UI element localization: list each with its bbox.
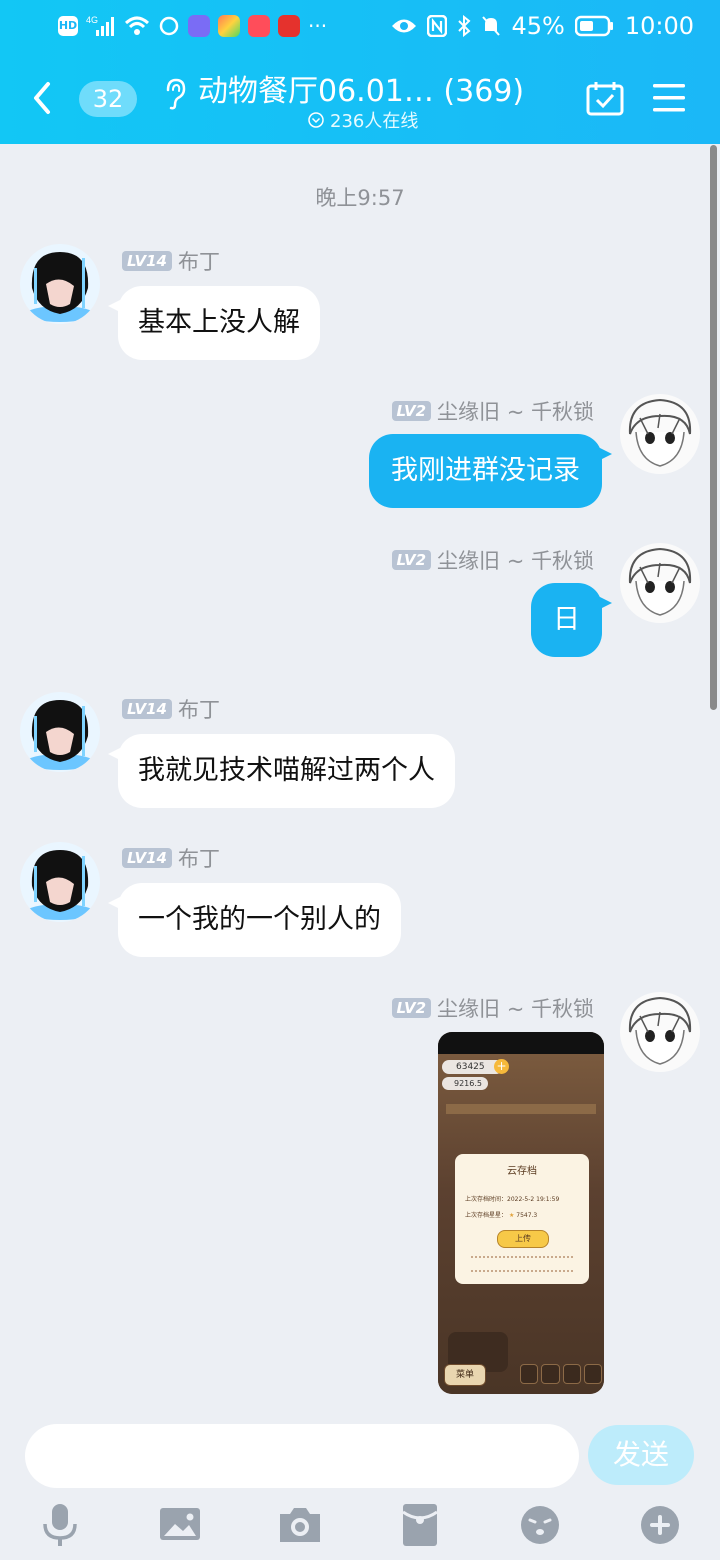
avatar-buding-image: [20, 842, 100, 922]
sender-name-row: LV14 布丁: [122, 843, 220, 873]
level-badge: LV14: [122, 251, 172, 271]
level-badge: LV2: [391, 998, 432, 1018]
avatar[interactable]: [620, 394, 700, 474]
battery-percent: 45%: [511, 12, 565, 40]
time-divider: 晚上9:57: [315, 186, 405, 210]
message-bubble[interactable]: 一个我的一个别人的: [108, 883, 401, 957]
send-button[interactable]: 发送: [588, 1425, 694, 1485]
last-save-time: 上次存档时间：2022-5-2 19:1:59: [465, 1196, 560, 1203]
game-action-button: [583, 1364, 602, 1384]
sender-name: 尘缘旧 ~ 千秋锁: [437, 997, 594, 1021]
battery-icon: [574, 15, 613, 37]
sender-name-row: LV2 尘缘旧 ~ 千秋锁: [391, 545, 594, 575]
add-coins-icon: +: [494, 1059, 509, 1074]
sender-name-row: LV2 尘缘旧 ~ 千秋锁: [391, 993, 594, 1023]
sender-name-row: LV2 尘缘旧 ~ 千秋锁: [391, 396, 594, 426]
microphone-icon[interactable]: [34, 1498, 86, 1550]
sender-name: 布丁: [177, 250, 220, 274]
nfc-icon: [427, 15, 448, 37]
clock: 10:00: [624, 12, 694, 40]
game-action-buttons: [520, 1364, 602, 1384]
star-counter: 9216.5: [442, 1077, 488, 1090]
game-menu-button: 菜单: [444, 1364, 486, 1386]
avatar-self-image: [620, 543, 700, 623]
composer-toolbar: [0, 1494, 720, 1560]
huawei-app-icon: [278, 15, 300, 37]
cloud-save-dialog: 云存档 上次存档时间：2022-5-2 19:1:59 上次存档星星： ★ 75…: [455, 1154, 589, 1284]
mute-icon: [482, 16, 501, 36]
music-app-icon: [188, 15, 210, 37]
game-action-button: [520, 1364, 539, 1384]
game-shelf: [446, 1104, 596, 1114]
calendar-check-icon[interactable]: [586, 80, 624, 116]
level-badge: LV14: [122, 848, 172, 868]
avatar-buding-image: [20, 692, 100, 772]
bluetooth-icon: [458, 15, 471, 37]
last-save-stars-label: 上次存档星星：: [465, 1212, 508, 1219]
status-left: HD 4G ···: [58, 14, 327, 38]
red-packet-icon[interactable]: [394, 1498, 446, 1550]
ear-icon: [166, 78, 186, 110]
message-bubble[interactable]: 基本上没人解: [108, 286, 320, 360]
message-bubble[interactable]: 日: [531, 583, 612, 657]
avatar[interactable]: [620, 992, 700, 1072]
dialog-title: 云存档: [507, 1166, 537, 1177]
group-title[interactable]: 动物餐厅06.01… (369): [198, 66, 524, 110]
message-bubble[interactable]: 我就见技术喵解过两个人: [108, 734, 455, 808]
sender-name: 布丁: [177, 698, 220, 722]
signal-icon: 4G: [86, 15, 114, 36]
books-app-icon: [248, 15, 270, 37]
avatar-buding-image: [20, 244, 100, 324]
game-action-button: [562, 1364, 581, 1384]
level-badge: LV2: [391, 550, 432, 570]
avatar-self-image: [620, 992, 700, 1072]
wifi-icon: [124, 16, 150, 35]
sender-name-row: LV14 布丁: [122, 694, 220, 724]
plus-icon[interactable]: [634, 1498, 686, 1550]
chat-header: HD 4G ··· 45% 10:00 32 动物餐厅06.01… (369) …: [0, 0, 720, 144]
avatar[interactable]: [20, 244, 100, 324]
dialog-note-lines: [471, 1256, 573, 1272]
level-badge: LV14: [122, 699, 172, 719]
avatar[interactable]: [620, 543, 700, 623]
sender-name: 布丁: [177, 847, 220, 871]
hd-icon: HD: [58, 16, 78, 36]
level-badge: LV2: [391, 401, 432, 421]
sender-name: 尘缘旧 ~ 千秋锁: [437, 549, 594, 573]
scrollbar[interactable]: [710, 145, 717, 710]
message-input[interactable]: [25, 1424, 579, 1488]
menu-icon[interactable]: [652, 82, 686, 114]
sender-name: 尘缘旧 ~ 千秋锁: [437, 400, 594, 424]
image-message[interactable]: 63425 + 9216.5 云存档 上次存档时间：2022-5-2 19:1:…: [438, 1032, 604, 1394]
eye-icon: [392, 19, 417, 33]
upload-button: 上传: [497, 1230, 549, 1248]
back-button[interactable]: [28, 80, 56, 116]
status-right: 45% 10:00: [391, 12, 694, 40]
message-bubble[interactable]: 我刚进群没记录: [369, 434, 612, 508]
status-bar: HD 4G ··· 45% 10:00: [0, 0, 720, 56]
theme-app-icon: [218, 15, 240, 37]
last-save-stars: 上次存档星星： ★ 7547.3: [465, 1210, 537, 1219]
avatar[interactable]: [20, 842, 100, 922]
online-count-text: 236人在线: [330, 111, 419, 132]
online-chevron-icon: [308, 112, 324, 128]
screenshot-top-bar: [438, 1032, 604, 1054]
avatar[interactable]: [20, 692, 100, 772]
picture-icon[interactable]: [154, 1498, 206, 1550]
more-notifications-icon: ···: [308, 14, 328, 38]
svg-text:4G: 4G: [86, 15, 98, 25]
camera-icon[interactable]: [274, 1498, 326, 1550]
game-action-button: [541, 1364, 560, 1384]
sender-name-row: LV14 布丁: [122, 246, 220, 276]
star-icon: ★: [508, 1212, 515, 1219]
unread-count-badge[interactable]: 32: [79, 81, 137, 117]
avatar-self-image: [620, 394, 700, 474]
online-count: 236人在线: [308, 107, 418, 133]
last-save-stars-value: 7547.3: [516, 1212, 538, 1219]
emoji-icon[interactable]: [514, 1498, 566, 1550]
loading-circle-icon: [159, 16, 179, 36]
